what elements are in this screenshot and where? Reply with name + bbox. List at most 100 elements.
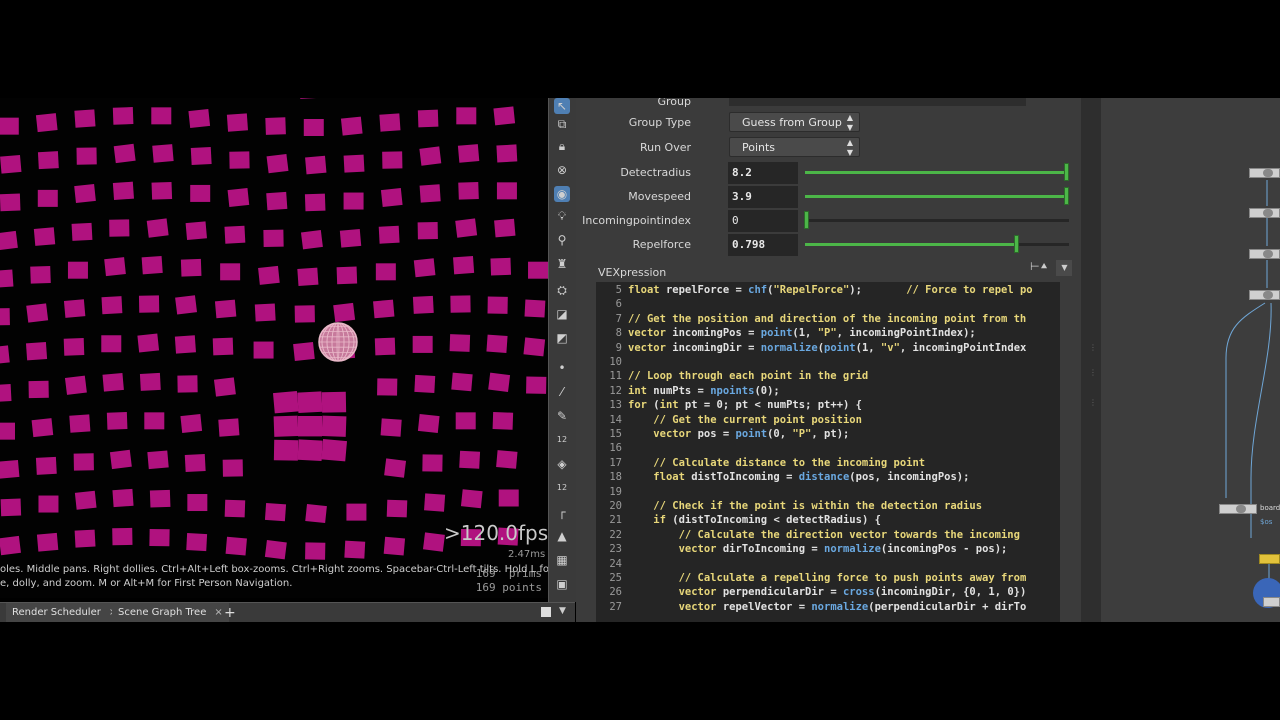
code-line[interactable]: 17 // Calculate distance to the incoming… <box>596 456 925 470</box>
line-number: 25 <box>609 572 622 584</box>
param-value-field[interactable]: 0 <box>728 210 798 232</box>
node-1[interactable] <box>1249 168 1280 178</box>
close-icon[interactable]: × <box>214 607 222 618</box>
param-slider[interactable] <box>804 211 1069 229</box>
code-line[interactable]: 19 <box>596 485 628 499</box>
param-slider[interactable] <box>805 235 1069 253</box>
grid-12b-icon[interactable]: 12 <box>554 480 570 496</box>
code-line[interactable]: 9 vector incomingDir = normalize(point(1,… <box>596 341 1027 355</box>
slider-handle[interactable] <box>1014 235 1019 253</box>
output-node[interactable] <box>1259 554 1280 564</box>
tab-render-scheduler[interactable]: Render Scheduler× <box>6 603 124 622</box>
code-line[interactable]: 24 <box>596 557 628 571</box>
grid-point <box>449 334 471 352</box>
code-line[interactable]: 23 vector dirToIncoming = normalize(inco… <box>596 542 1007 556</box>
grid-point <box>151 181 173 200</box>
tab-scene-graph-tree[interactable]: Scene Graph Tree × <box>112 603 229 622</box>
corner-icon[interactable]: ┌ <box>554 504 570 520</box>
param-value-field[interactable]: 0.798 <box>728 234 798 256</box>
display-icon[interactable]: ◪ <box>554 306 570 322</box>
node-2[interactable] <box>1249 208 1280 218</box>
code-line[interactable]: 14 // Get the current point position <box>596 413 862 427</box>
code-line[interactable]: 5 float repelForce = chf("RepelForce"); /… <box>596 283 1033 297</box>
grid-point <box>185 221 207 241</box>
board-node[interactable] <box>1219 504 1257 514</box>
grid-point <box>523 337 546 357</box>
grid-point <box>218 418 240 437</box>
grid-point <box>0 498 22 517</box>
slider-handle[interactable] <box>804 211 809 229</box>
code-line[interactable]: 22 // Calculate the direction vector tow… <box>596 528 1020 542</box>
line-number: 5 <box>615 284 622 296</box>
code-line[interactable]: 11// Loop through each point in the grid <box>596 369 868 383</box>
wire-icon[interactable]: ▣ <box>554 576 570 592</box>
code-line[interactable]: 20 // Check if the point is within the d… <box>596 499 982 513</box>
render-icon[interactable]: ⛭ <box>554 282 570 298</box>
param-slider[interactable] <box>805 187 1069 205</box>
slider-handle[interactable] <box>1064 187 1069 205</box>
grid-point <box>298 416 322 437</box>
pane-splitter[interactable]: ⋮ ⋮ ⋮ <box>1081 98 1101 622</box>
code-line[interactable]: 10 <box>596 355 628 369</box>
code-line[interactable]: 25 // Calculate a repelling force to pus… <box>596 571 1026 585</box>
code-line[interactable]: 26 vector perpendicularDir = cross(incom… <box>596 585 1026 599</box>
param-label: Detectradius <box>620 166 691 179</box>
pen-icon[interactable]: ✎ <box>554 408 570 424</box>
slider-row-incomingpointindex: Incomingpointindex 0 <box>576 210 1081 232</box>
select-tool-icon[interactable]: ↖ <box>554 98 570 114</box>
run-over-dropdown[interactable]: Points ▲ ▼ <box>729 137 860 157</box>
dot-icon[interactable]: • <box>554 360 570 376</box>
grid-12-icon[interactable]: 12 <box>554 432 570 448</box>
vis-icon[interactable]: ◩ <box>554 330 570 346</box>
slider-handle[interactable] <box>1064 163 1069 181</box>
grid-point <box>343 192 364 210</box>
code-line[interactable]: 16 <box>596 441 628 455</box>
code-line[interactable]: 21 if (distToIncoming < detectRadius) { <box>596 513 881 527</box>
add-tab-button[interactable]: + <box>224 603 236 622</box>
grid-point <box>346 503 367 521</box>
checker-icon[interactable]: ▦ <box>554 552 570 568</box>
camera-icon[interactable]: ♜ <box>554 256 570 272</box>
param-value-field[interactable]: 8.2 <box>728 162 798 184</box>
code-line[interactable]: 18 float distToIncoming = distance(pos, … <box>596 470 969 484</box>
shading-icon[interactable]: ◉ <box>554 186 570 202</box>
mountain-icon[interactable]: ▲ <box>554 528 570 544</box>
light-icon[interactable]: 💡︎ <box>554 208 570 224</box>
vex-code-editor[interactable]: 5 float repelForce = chf("RepelForce"); /… <box>596 282 1060 622</box>
code-line[interactable]: 27 vector repelVector = normalize(perpen… <box>596 600 1026 614</box>
chevron-down-icon[interactable]: ▼ <box>559 606 566 616</box>
brush-icon[interactable]: ⁄ <box>554 384 570 400</box>
expression-icon[interactable]: ⊢⯅ <box>1030 260 1048 273</box>
param-value-field[interactable]: 3.9 <box>728 186 798 208</box>
snap-icon[interactable]: ⊗ <box>554 162 570 178</box>
grid-point <box>175 295 198 315</box>
group-type-dropdown[interactable]: Guess from Group ▲ ▼ <box>729 112 860 132</box>
chevron-down-icon[interactable]: ▼ <box>1056 260 1073 276</box>
grid-point <box>297 439 323 462</box>
code-line[interactable]: 15 vector pos = point(0, "P", pt); <box>596 427 849 441</box>
node-3[interactable] <box>1249 249 1280 259</box>
line-number: 21 <box>609 514 622 527</box>
grid-point <box>493 106 516 126</box>
node-4[interactable] <box>1249 290 1280 300</box>
scene-viewport[interactable]: >120.0fps 2.47ms 169 prims 169 points ol… <box>0 98 548 598</box>
grid-point <box>374 337 396 356</box>
code-line[interactable]: 12 int numPts = npoints(0); <box>596 384 779 398</box>
code-line[interactable]: 13 for (int pt = 0; pt < numPts; pt++) { <box>596 398 862 412</box>
grid-point <box>422 454 443 472</box>
network-editor[interactable]: board $os <box>1101 98 1280 622</box>
line-number: 16 <box>609 442 622 455</box>
pane-menu-icon[interactable] <box>541 607 551 617</box>
group-field[interactable] <box>729 98 1026 106</box>
code-line[interactable]: 7// Get the position and direction of th… <box>596 312 1027 326</box>
grid-point <box>71 222 93 241</box>
param-slider[interactable] <box>805 163 1069 181</box>
bucket-icon[interactable]: ◈ <box>554 456 570 472</box>
code-line[interactable]: 8 vector incomingPos = point(1, "P", inco… <box>596 326 976 340</box>
transform-icon[interactable]: ⧉ <box>554 116 570 132</box>
lock-icon[interactable]: 🔒︎ <box>554 138 570 154</box>
pin-icon[interactable]: ⚲ <box>554 232 570 248</box>
code-line[interactable]: 6 <box>596 297 628 311</box>
line-number: 24 <box>609 557 622 570</box>
grid-point <box>450 295 471 313</box>
